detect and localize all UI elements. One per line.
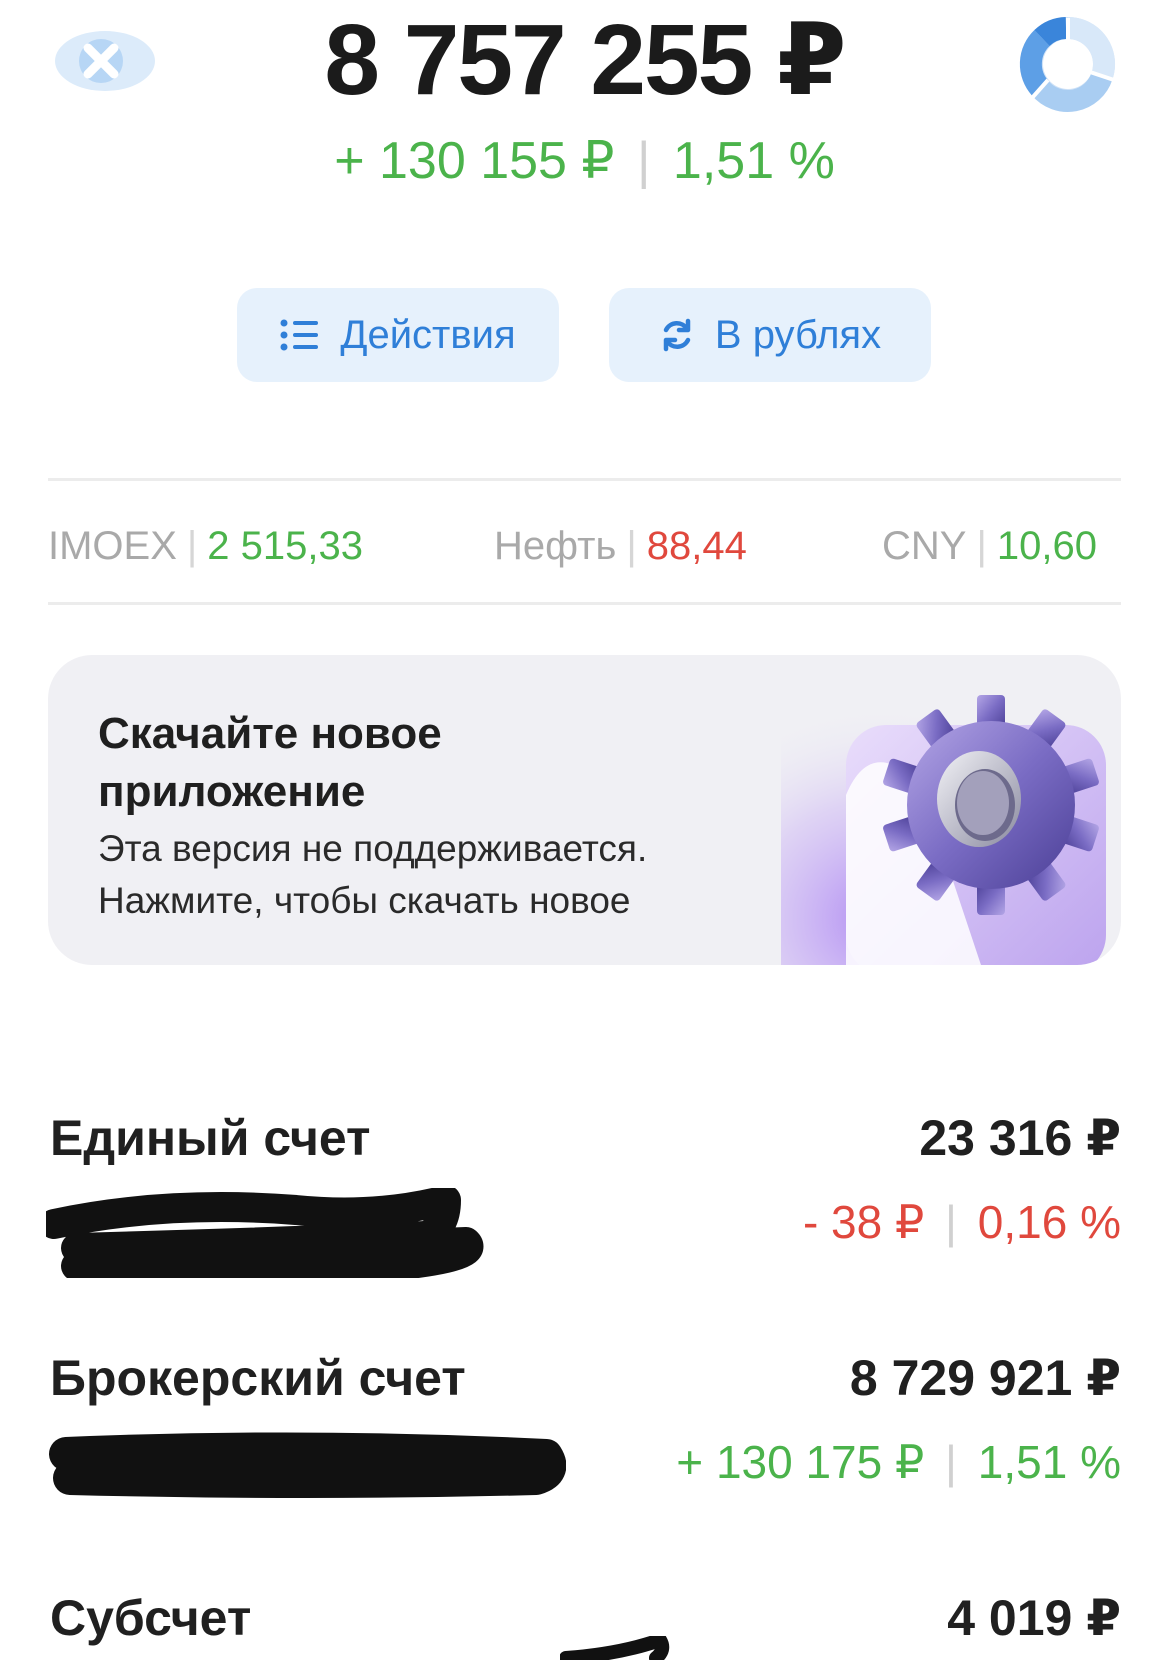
redacted-account-number bbox=[49, 1432, 566, 1498]
daily-change-separator: | bbox=[636, 132, 651, 190]
ticker-top-divider bbox=[48, 478, 1121, 481]
donut-chart-icon bbox=[1019, 16, 1115, 112]
account-row-unified[interactable]: Единый счет 23 316 ₽ - 38 ₽ | 0,16 % bbox=[0, 1080, 1169, 1290]
ticker-value: 2 515,33 bbox=[207, 524, 363, 568]
list-icon bbox=[280, 318, 320, 352]
account-row-brokerage[interactable]: Брокерский счет 8 729 921 ₽ + 130 175 ₽ … bbox=[0, 1320, 1169, 1530]
account-row-subaccount[interactable]: Субсчет 4 019 ₽ bbox=[0, 1560, 1169, 1660]
gear-icon bbox=[781, 655, 1121, 965]
daily-change-percent: 1,51 % bbox=[672, 132, 835, 190]
ticker-bottom-divider bbox=[48, 602, 1121, 605]
account-change-amount: - 38 ₽ bbox=[802, 1196, 925, 1248]
ticker-value: 10,60 bbox=[996, 524, 1097, 568]
ticker-cny[interactable]: CNY | 10,60 bbox=[882, 518, 1097, 574]
ticker-separator: | bbox=[976, 524, 987, 568]
account-value: 8 729 921 ₽ bbox=[849, 1350, 1121, 1406]
account-change: - 38 ₽ | 0,16 % bbox=[803, 1194, 1121, 1250]
account-change-percent: 1,51 % bbox=[977, 1436, 1121, 1488]
account-value: 4 019 ₽ bbox=[947, 1590, 1121, 1646]
account-change-percent: 0,16 % bbox=[977, 1196, 1121, 1248]
account-name: Субсчет bbox=[50, 1590, 252, 1646]
account-value: 23 316 ₽ bbox=[919, 1110, 1121, 1166]
actions-button[interactable]: Действия bbox=[237, 288, 559, 382]
account-name: Брокерский счет bbox=[50, 1350, 466, 1406]
update-app-banner[interactable]: Скачайте новое приложение Эта версия не … bbox=[48, 655, 1121, 965]
ticker-label: CNY bbox=[882, 524, 967, 568]
ticker-oil[interactable]: Нефть | 88,44 bbox=[494, 518, 747, 574]
banner-title: Скачайте новое приложение bbox=[98, 709, 442, 816]
ticker-value: 88,44 bbox=[646, 524, 747, 568]
ticker-label: Нефть bbox=[494, 524, 617, 568]
portfolio-daily-change: + 130 155 ₽ | 1,51 % bbox=[0, 130, 1169, 192]
banner-text-line: Нажмите, чтобы скачать новое bbox=[98, 880, 631, 921]
account-change-amount: + 130 175 ₽ bbox=[676, 1436, 925, 1488]
account-change: + 130 175 ₽ | 1,51 % bbox=[676, 1434, 1121, 1490]
banner-text-line: Эта версия не поддерживается. bbox=[98, 828, 648, 869]
portfolio-total-value: 8 757 255 ₽ bbox=[324, 4, 846, 116]
ticker-imoex[interactable]: IMOEX | 2 515,33 bbox=[48, 518, 363, 574]
ticker-separator: | bbox=[626, 524, 637, 568]
daily-change-amount: + 130 155 ₽ bbox=[334, 132, 615, 190]
redacted-scribble bbox=[560, 1636, 670, 1660]
currency-toggle-button[interactable]: В рублях bbox=[609, 288, 931, 382]
banner-text: Эта версия не поддерживается. Нажмите, ч… bbox=[98, 823, 778, 927]
actions-button-label: Действия bbox=[340, 312, 516, 357]
portfolio-chart-button[interactable] bbox=[1018, 14, 1118, 114]
account-change-separator: | bbox=[945, 1436, 957, 1488]
ticker-label: IMOEX bbox=[48, 524, 177, 568]
redacted-account-number bbox=[46, 1188, 484, 1278]
refresh-icon bbox=[659, 317, 695, 353]
account-name: Единый счет bbox=[50, 1110, 371, 1166]
currency-button-label: В рублях bbox=[714, 312, 882, 357]
account-change-separator: | bbox=[945, 1196, 957, 1248]
ticker-separator: | bbox=[186, 524, 198, 568]
